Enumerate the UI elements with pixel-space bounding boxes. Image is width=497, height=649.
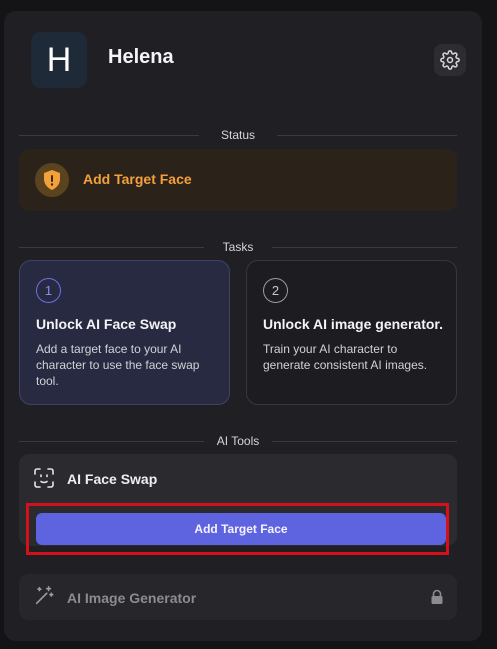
status-text: Add Target Face bbox=[83, 171, 192, 187]
add-target-face-button[interactable]: Add Target Face bbox=[36, 513, 446, 545]
task-description: Add a target face to your AI character t… bbox=[36, 342, 200, 388]
face-swap-tool-name: AI Face Swap bbox=[67, 471, 158, 487]
shield-alert-icon bbox=[35, 163, 69, 197]
status-card[interactable]: Add Target Face bbox=[19, 149, 457, 211]
tasks-divider: Tasks bbox=[19, 240, 457, 254]
task-title: Unlock AI image generator. bbox=[263, 316, 443, 332]
profile-header: H Helena bbox=[31, 32, 466, 88]
magic-wand-icon bbox=[35, 586, 54, 605]
task-number-badge: 1 bbox=[36, 278, 61, 303]
status-divider: Status bbox=[19, 128, 457, 142]
image-generator-tool-name: AI Image Generator bbox=[67, 590, 197, 606]
task-title: Unlock AI Face Swap bbox=[36, 316, 177, 332]
image-generator-tool-card[interactable]: AI Image Generator bbox=[19, 574, 457, 620]
gear-icon bbox=[440, 50, 460, 70]
profile-name: Helena bbox=[108, 46, 174, 68]
settings-button[interactable] bbox=[434, 44, 466, 76]
task-card-image-generator[interactable]: 2 Unlock AI image generator. Train your … bbox=[246, 260, 457, 405]
face-scan-icon bbox=[34, 468, 54, 488]
task-description: Train your AI character to generate cons… bbox=[263, 342, 428, 372]
task-card-face-swap[interactable]: 1 Unlock AI Face Swap Add a target face … bbox=[19, 260, 230, 405]
avatar[interactable]: H bbox=[31, 32, 87, 88]
ai-tools-divider: AI Tools bbox=[19, 434, 457, 448]
task-number-badge: 2 bbox=[263, 278, 288, 303]
lock-icon bbox=[431, 589, 443, 604]
